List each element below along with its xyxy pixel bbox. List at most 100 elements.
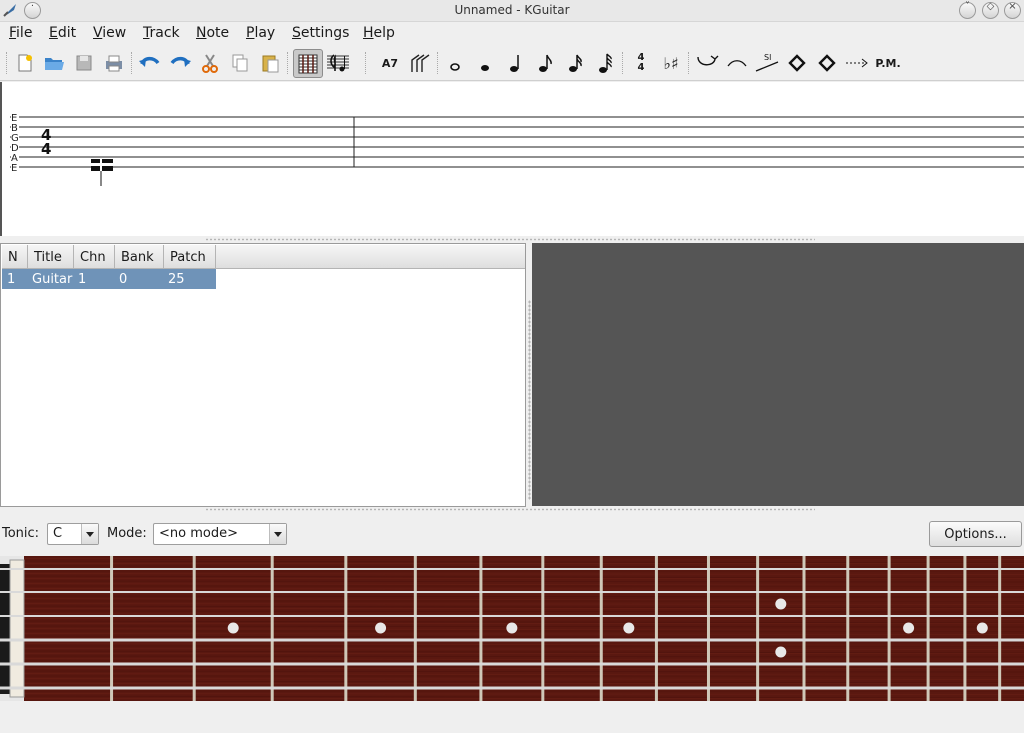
fret: [802, 556, 806, 701]
tab-editor[interactable]: E B G D A E 4 4: [0, 82, 1024, 236]
eighth-note-icon[interactable]: [532, 50, 558, 76]
quarter-note-icon[interactable]: [502, 50, 528, 76]
mode-select[interactable]: <no mode>: [153, 523, 287, 545]
thirtysecond-note-icon[interactable]: [592, 50, 618, 76]
slide-icon[interactable]: Sl: [754, 50, 780, 76]
chevron-down-icon: [81, 524, 98, 544]
close-button[interactable]: ×: [1004, 1, 1021, 19]
undo-icon[interactable]: [137, 50, 163, 76]
palm-mute-icon[interactable]: P.M.: [874, 50, 902, 76]
tab-string-label: E: [11, 163, 17, 174]
tab-time-sig-bottom: 4: [41, 140, 51, 158]
fret: [756, 556, 760, 701]
fret: [479, 556, 483, 701]
artificial-harmonic-icon[interactable]: [814, 50, 840, 76]
fret-marker-dot: [775, 598, 787, 610]
save-icon[interactable]: [71, 50, 97, 76]
tonic-bar: Tonic: C Mode: <no mode> Options...: [0, 519, 1024, 551]
time-signature-icon[interactable]: 44: [628, 50, 654, 76]
tab-cursor: [91, 159, 113, 186]
track-title: Guitar: [32, 272, 73, 287]
fret: [344, 556, 348, 701]
chord-icon[interactable]: A7: [377, 50, 403, 76]
splitter-handle-bottom[interactable]: [205, 508, 815, 511]
tab-view-icon[interactable]: [293, 49, 323, 78]
fret-marker-dot: [903, 622, 915, 634]
arc-icon[interactable]: [407, 50, 433, 76]
guitar-string: [0, 686, 1024, 690]
column-header-bank[interactable]: Bank: [115, 245, 164, 269]
half-note-icon[interactable]: [472, 50, 498, 76]
menu-settings[interactable]: Settings: [292, 25, 349, 41]
fret: [110, 556, 114, 701]
nut: [9, 559, 25, 698]
print-icon[interactable]: [101, 50, 127, 76]
fret: [599, 556, 603, 701]
mode-label: Mode:: [107, 526, 147, 541]
menu-help[interactable]: Help: [363, 25, 395, 41]
options-button[interactable]: Options...: [929, 521, 1022, 547]
window-title: Unnamed - KGuitar: [454, 3, 570, 17]
track-patch: 25: [168, 272, 185, 287]
fret-marker-dot: [623, 622, 635, 634]
guitar-string: [0, 662, 1024, 666]
title-bar: · Unnamed - KGuitar ˅ ◇ ×: [0, 0, 1024, 22]
fret: [846, 556, 850, 701]
menu-view[interactable]: View: [93, 25, 126, 41]
tonic-select[interactable]: C: [47, 523, 99, 545]
table-row[interactable]: 1 Guitar 1 0 25: [2, 269, 216, 289]
fret: [541, 556, 545, 701]
svg-text:Sl: Sl: [764, 53, 771, 62]
fret-marker-dot: [775, 646, 787, 658]
minimize-button[interactable]: ˅: [959, 1, 976, 19]
splitter-handle[interactable]: [205, 238, 815, 241]
copy-icon[interactable]: [227, 50, 253, 76]
fret: [926, 556, 930, 701]
fret: [887, 556, 891, 701]
chevron-down-icon: [269, 524, 286, 544]
new-icon[interactable]: [12, 50, 38, 76]
legato-icon[interactable]: [724, 50, 750, 76]
sixteenth-note-icon[interactable]: [562, 50, 588, 76]
redo-icon[interactable]: [167, 50, 193, 76]
paste-icon[interactable]: [257, 50, 283, 76]
track-list[interactable]: N Title Chn Bank Patch 1 Guitar 1 0 25: [0, 243, 526, 507]
natural-harmonic-icon[interactable]: [784, 50, 810, 76]
menu-bar: File Edit View Track Note Play Settings …: [0, 21, 1024, 45]
track-n: 1: [7, 272, 16, 287]
maximize-button[interactable]: ◇: [982, 1, 999, 19]
vertical-splitter-handle[interactable]: [528, 300, 531, 500]
fret-marker-dot: [976, 622, 988, 634]
column-header-patch[interactable]: Patch: [164, 245, 216, 269]
fret: [270, 556, 274, 701]
menu-edit[interactable]: Edit: [49, 25, 76, 41]
fret: [192, 556, 196, 701]
whole-note-icon[interactable]: [442, 50, 468, 76]
cut-icon[interactable]: [197, 50, 223, 76]
fret-marker-dot: [375, 622, 387, 634]
key-signature-icon[interactable]: ♭♯: [658, 50, 684, 76]
fret-marker-dot: [506, 622, 518, 634]
fret-marker-dot: [227, 622, 239, 634]
tonic-label: Tonic:: [2, 526, 40, 541]
let-ring-icon[interactable]: [844, 50, 870, 76]
score-view-icon[interactable]: [325, 50, 351, 76]
fret: [963, 556, 967, 701]
link-icon[interactable]: [694, 50, 720, 76]
column-header-chn[interactable]: Chn: [74, 245, 115, 269]
menu-file[interactable]: File: [9, 25, 32, 41]
fret: [706, 556, 710, 701]
open-icon[interactable]: [41, 50, 67, 76]
guitar-string: [0, 615, 1024, 617]
fret: [654, 556, 658, 701]
fret: [413, 556, 417, 701]
menu-track[interactable]: Track: [143, 25, 180, 41]
guitar-string: [0, 638, 1024, 642]
menu-play[interactable]: Play: [246, 25, 275, 41]
column-header-n[interactable]: N: [2, 245, 28, 269]
menu-note[interactable]: Note: [196, 25, 229, 41]
track-bank: 0: [119, 272, 128, 287]
fretboard[interactable]: [0, 555, 1024, 706]
column-header-title[interactable]: Title: [28, 245, 74, 269]
track-pane: [532, 243, 1024, 506]
